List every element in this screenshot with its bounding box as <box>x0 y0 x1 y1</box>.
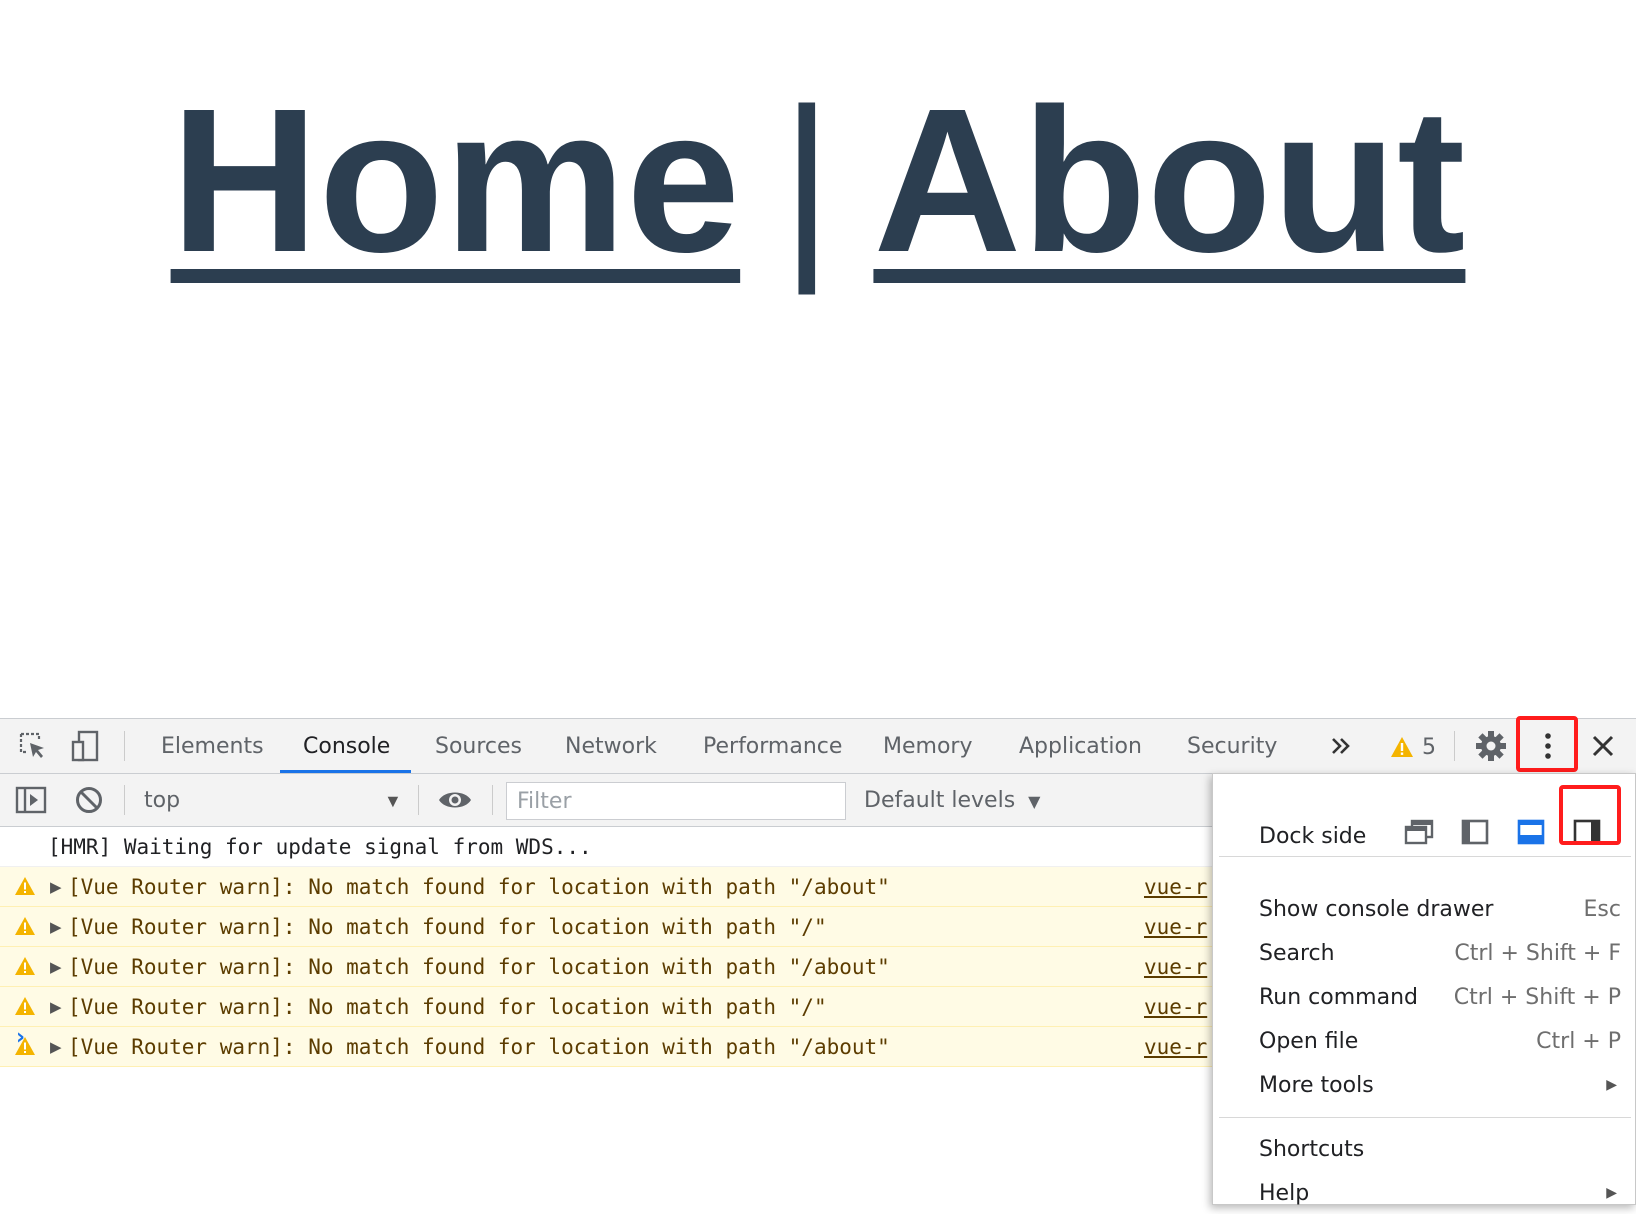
dock-bottom-icon[interactable] <box>1515 816 1547 848</box>
more-tabs-icon[interactable] <box>1324 729 1358 763</box>
warning-icon <box>15 877 35 895</box>
nav-bar: Home | About <box>0 66 1636 296</box>
toolbar-divider <box>124 731 125 761</box>
menu-divider <box>1219 856 1631 857</box>
warning-count: 5 <box>1422 734 1436 760</box>
source-link[interactable]: vue-r <box>1144 947 1207 986</box>
warning-icon <box>15 917 35 935</box>
tab-security[interactable]: Security <box>1187 719 1277 773</box>
dock-left-icon[interactable] <box>1459 816 1491 848</box>
context-dropdown-arrow-icon[interactable]: ▼ <box>384 791 402 812</box>
console-message-text: [Vue Router warn]: No match found for lo… <box>68 955 890 979</box>
source-link[interactable]: vue-r <box>1144 987 1207 1026</box>
highlight-box-menu-button <box>1516 716 1578 772</box>
dock-side-label: Dock side <box>1259 824 1367 849</box>
menu-shortcut: Ctrl + P <box>1536 1029 1621 1054</box>
expand-triangle-icon[interactable]: ▶ <box>50 947 62 986</box>
active-tab-indicator <box>280 770 411 773</box>
tab-console[interactable]: Console <box>303 719 390 773</box>
nav-link-home[interactable]: Home <box>171 66 741 295</box>
undock-separate-window-icon[interactable] <box>1403 816 1435 848</box>
live-expression-eye-icon[interactable] <box>438 783 472 817</box>
warning-counter[interactable]: 5 <box>1390 733 1436 761</box>
log-levels-dropdown[interactable]: Default levels ▼ <box>864 774 1040 826</box>
warning-icon <box>15 957 35 975</box>
context-selector[interactable]: top <box>144 774 180 826</box>
menu-item-open-file[interactable]: Open file <box>1259 1022 1358 1062</box>
menu-shortcut: Esc <box>1583 897 1621 922</box>
warning-icon <box>1391 737 1413 757</box>
console-message-text: [Vue Router warn]: No match found for lo… <box>68 875 890 899</box>
tab-network[interactable]: Network <box>565 719 657 773</box>
chevron-down-icon: ▼ <box>1028 792 1041 811</box>
toolbar-divider <box>492 785 493 815</box>
menu-item-more-tools[interactable]: More tools <box>1259 1066 1374 1106</box>
device-toolbar-icon[interactable] <box>68 729 102 763</box>
toolbar-divider <box>124 785 125 815</box>
clear-console-icon[interactable] <box>72 783 106 817</box>
console-message-text: [Vue Router warn]: No match found for lo… <box>68 915 827 939</box>
nav-link-about[interactable]: About <box>873 66 1465 295</box>
toolbar-divider <box>1454 731 1455 761</box>
expand-triangle-icon[interactable]: ▶ <box>50 987 62 1026</box>
menu-shortcut: Ctrl + Shift + P <box>1453 985 1621 1010</box>
expand-triangle-icon[interactable]: ▶ <box>50 907 62 946</box>
log-levels-label: Default levels <box>864 788 1016 813</box>
console-message-text: [HMR] Waiting for update signal from WDS… <box>48 835 592 859</box>
tab-application[interactable]: Application <box>1019 719 1142 773</box>
menu-divider <box>1219 1117 1631 1118</box>
inspect-element-icon[interactable] <box>16 729 50 763</box>
menu-item-shortcuts[interactable]: Shortcuts <box>1259 1130 1364 1170</box>
settings-gear-icon[interactable] <box>1474 729 1508 763</box>
close-devtools-icon[interactable] <box>1586 729 1620 763</box>
console-prompt[interactable]: › <box>16 1025 25 1050</box>
page-viewport: Home | About <box>0 0 1636 718</box>
menu-item-show-console-drawer[interactable]: Show console drawer <box>1259 890 1493 930</box>
customize-devtools-menu: Dock side Show console drawer Esc Search <box>1212 773 1636 1206</box>
console-filter-input[interactable] <box>506 782 846 820</box>
menu-item-search[interactable]: Search <box>1259 934 1335 974</box>
submenu-arrow-icon: ▶ <box>1606 1077 1617 1093</box>
nav-separator: | <box>780 66 834 295</box>
menu-item-help[interactable]: Help <box>1259 1174 1309 1214</box>
menu-shortcut: Ctrl + Shift + F <box>1454 941 1621 966</box>
show-sidebar-icon[interactable] <box>14 783 48 817</box>
console-message-text: [Vue Router warn]: No match found for lo… <box>68 995 827 1019</box>
tab-sources[interactable]: Sources <box>435 719 522 773</box>
warning-icon <box>15 997 35 1015</box>
source-link[interactable]: vue-r <box>1144 1027 1207 1066</box>
console-message-text: [Vue Router warn]: No match found for lo… <box>68 1035 890 1059</box>
source-link[interactable]: vue-r <box>1144 907 1207 946</box>
tab-elements[interactable]: Elements <box>161 719 264 773</box>
tab-performance[interactable]: Performance <box>703 719 842 773</box>
devtools-tab-bar: Elements Console Sources Network Perform… <box>0 716 1636 774</box>
expand-triangle-icon[interactable]: ▶ <box>50 1027 62 1066</box>
submenu-arrow-icon: ▶ <box>1606 1185 1617 1201</box>
menu-item-run-command[interactable]: Run command <box>1259 978 1418 1018</box>
highlight-box-dock-right <box>1559 785 1621 845</box>
tab-memory[interactable]: Memory <box>883 719 972 773</box>
source-link[interactable]: vue-r <box>1144 867 1207 906</box>
toolbar-divider <box>418 785 419 815</box>
expand-triangle-icon[interactable]: ▶ <box>50 867 62 906</box>
